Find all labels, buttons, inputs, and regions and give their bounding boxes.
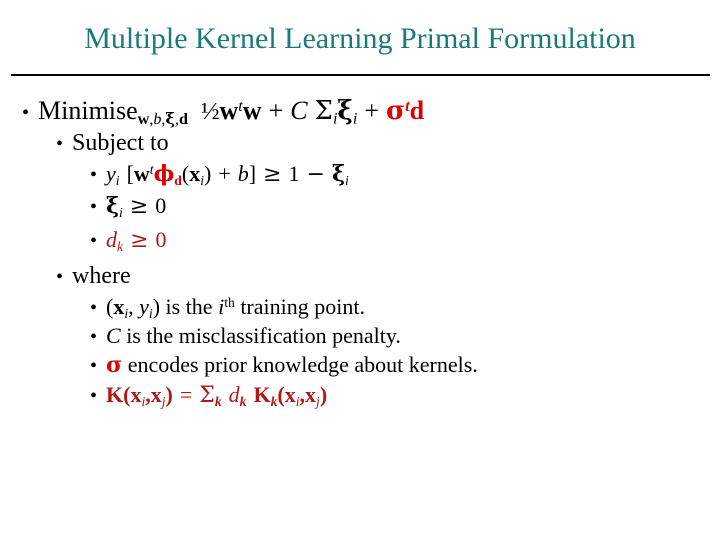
w1-x: x (113, 294, 125, 319)
c1-ge: ≥ (263, 162, 282, 187)
objective-C: C (290, 96, 308, 125)
slide-body: • Minimisew,b,ξ,d ½wtw + C Σiξi + σtd • Subject … (0, 94, 720, 410)
w4-x2: x (150, 382, 162, 407)
w4-x3: x (284, 382, 296, 407)
c2-xi: ξ (106, 193, 120, 219)
c2-zero: 0 (155, 193, 167, 218)
w4-paren-close-2: ) (319, 382, 328, 407)
objective-w1: w (219, 96, 239, 125)
bullet-where-training-point: • (xi, yi) is the ith training point. (0, 292, 720, 321)
objective-plus-1: + (268, 96, 284, 125)
bullet-glyph: • (90, 326, 98, 348)
bullet-where: • where (0, 261, 720, 292)
w4-x1: x (130, 382, 142, 407)
subject-to-label: Subject to (72, 130, 169, 156)
bullet-subject-to: • Subject to (0, 128, 720, 159)
w1-y: y (139, 294, 149, 319)
bullet-constraint-margin: • yi [wtϕd(xi) + b] ≥1− ξi (0, 159, 720, 189)
w1-comma: , (128, 294, 140, 319)
c1-xi-sub: i (344, 172, 349, 188)
c1-y-sub: i (115, 172, 120, 188)
c3-d-sub: k (117, 238, 124, 254)
c3-d: d (106, 227, 117, 252)
w3-sigma: σ (106, 352, 123, 378)
w1-paren-close: ) (152, 294, 161, 319)
objective-xi-index: i (352, 110, 358, 128)
bullet-glyph: • (90, 355, 98, 377)
objective-sigma-vector: σ (385, 96, 406, 126)
objective-w2: w (242, 96, 262, 125)
c1-x: x (189, 161, 201, 186)
c1-minus: − (306, 162, 325, 187)
w4-sum-sub: k (214, 393, 222, 409)
w4-equals: = (179, 382, 193, 407)
c1-paren-close: ) (204, 161, 212, 186)
w4-K2: K (253, 382, 271, 407)
c1-b: b (237, 161, 249, 186)
w1-text-b: training point. (234, 294, 365, 319)
c1-plus: + (218, 161, 231, 186)
bullet-glyph: • (56, 266, 64, 288)
w4-d: d (228, 382, 240, 407)
c1-xi: ξ (331, 161, 345, 187)
w4-x4: x (305, 382, 317, 407)
w1-th: th (224, 295, 235, 311)
bullet-glyph: • (90, 297, 98, 319)
bullet-constraint-slack: • ξi ≥0 (0, 189, 720, 223)
c1-bracket-open: [ (126, 161, 134, 186)
w4-d-sub: k (239, 393, 247, 409)
w1-text-a: is the (160, 294, 219, 319)
c1-y: y (106, 161, 116, 186)
minimise-label: Minimise (38, 96, 138, 125)
c1-bracket-close: ] (248, 161, 257, 186)
c3-ge: ≥ (130, 228, 149, 253)
bullet-where-penalty: • C is the misclassification penalty. (0, 321, 720, 350)
bullet-constraint-dk: • dk ≥0 (0, 223, 720, 257)
w4-K: K (106, 382, 124, 407)
w4-paren-close: ) (165, 382, 173, 407)
c1-phi-sub: d (174, 172, 182, 188)
bullet-where-sigma: • σ encodes prior knowledge about kernels… (0, 350, 720, 380)
minimise-subscript: w,b,ξ,d (137, 108, 188, 128)
bullet-glyph: • (90, 230, 98, 252)
w2-text: is the misclassification penalty. (120, 323, 401, 348)
bullet-glyph: • (90, 164, 98, 186)
c1-phi: ϕ (153, 161, 175, 187)
w4-paren-open-2: ( (277, 382, 285, 407)
title-divider (11, 74, 710, 76)
c1-one: 1 (288, 161, 300, 186)
objective-plus-2: + (364, 96, 379, 125)
w2-C: C (106, 323, 121, 348)
objective-sum: Σ (314, 96, 333, 126)
bullet-glyph: • (22, 102, 30, 124)
bullet-minimise: • Minimisew,b,ξ,d ½wtw + C Σiξi + σtd (0, 94, 720, 128)
w4-sum: Σ (199, 383, 215, 408)
bullet-where-kernel: • K(xi,xj) = Σk dk Kk(xi,xj) (0, 380, 720, 410)
objective-half: ½ (200, 98, 220, 125)
objective-xi: ξ (337, 96, 353, 126)
objective-d-vector: d (409, 96, 425, 125)
where-label: where (72, 263, 131, 289)
c2-ge: ≥ (129, 194, 149, 219)
c2-xi-sub: i (119, 204, 123, 220)
bullet-glyph: • (90, 385, 98, 407)
slide-canvas: Multiple Kernel Learning Primal Formulat… (0, 0, 720, 540)
bullet-glyph: • (56, 133, 64, 155)
c1-w: w (133, 161, 150, 186)
bullet-glyph: • (90, 196, 98, 218)
w3-text: encodes prior knowledge about kernels. (122, 352, 478, 377)
page-title: Multiple Kernel Learning Primal Formulat… (84, 22, 636, 55)
c3-zero: 0 (155, 227, 167, 252)
